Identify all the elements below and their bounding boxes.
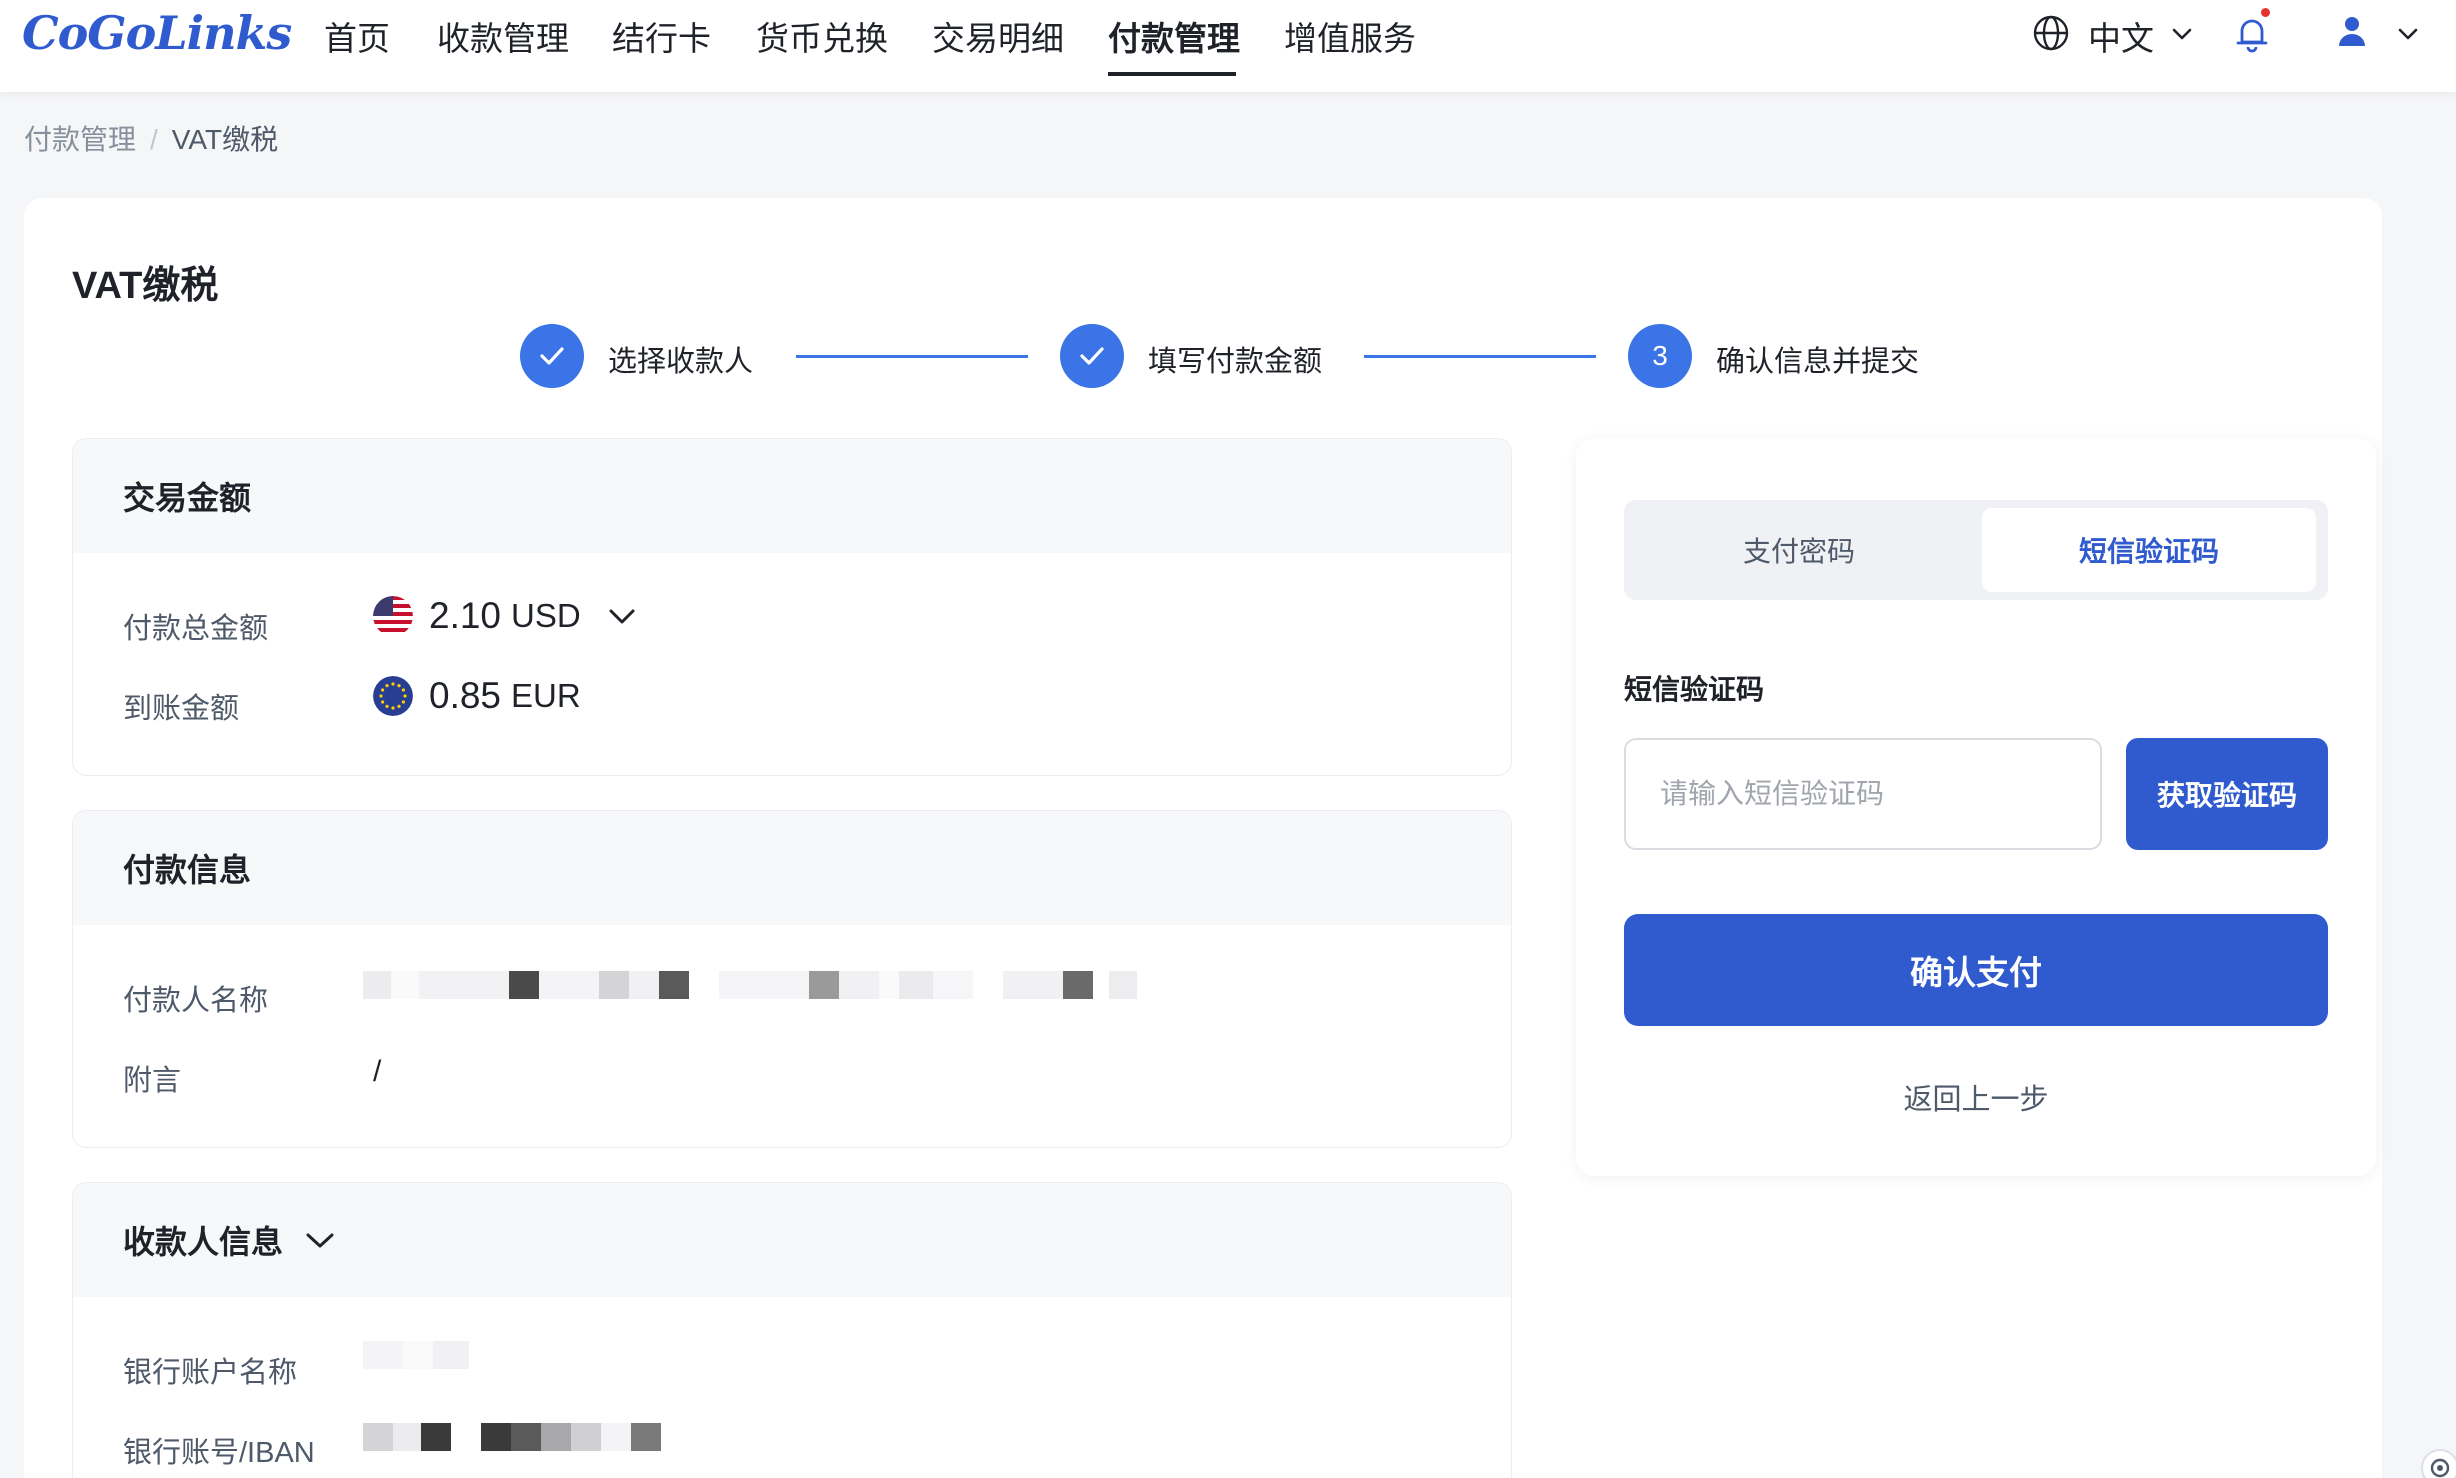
total-amount-label: 付款总金额 — [123, 613, 269, 645]
total-amount: 2.10 USD — [373, 595, 637, 637]
locate-icon[interactable] — [2418, 1446, 2456, 1478]
top-navbar: CoGoLinks 首页 收款管理 结行卡 货币兑换 交易明细 付款管理 增值服… — [0, 0, 2456, 92]
currency-chevron-down-icon[interactable] — [607, 606, 637, 626]
step-connector-2 — [1364, 355, 1596, 358]
page-title: VAT缴税 — [72, 265, 219, 307]
received-amount-label: 到账金额 — [123, 693, 240, 725]
payment-info-section: 付款信息 付款人名称 附言 / — [72, 810, 1512, 1148]
breadcrumb-current: VAT缴税 — [171, 124, 279, 155]
nav-item-value-added-services[interactable]: 增值服务 — [1284, 12, 1416, 60]
breadcrumb-parent[interactable]: 付款管理 — [24, 124, 136, 155]
breadcrumb-separator: / — [150, 124, 158, 155]
step-3-label: 确认信息并提交 — [1716, 346, 1920, 378]
nav-item-settlement-card[interactable]: 结行卡 — [612, 12, 711, 60]
tab-sms-code[interactable]: 短信验证码 — [1982, 508, 2316, 592]
sms-code-input[interactable] — [1624, 738, 2102, 850]
notification-dot — [2261, 8, 2270, 17]
tab-payment-password[interactable]: 支付密码 — [1632, 508, 1966, 592]
bank-account-name-obscured — [363, 1341, 469, 1369]
brand-logo[interactable]: CoGoLinks — [22, 6, 292, 60]
breadcrumb: 付款管理 / VAT缴税 — [24, 118, 278, 158]
bank-account-name-label: 银行账户名称 — [123, 1357, 298, 1389]
nav-item-receipt-management[interactable]: 收款管理 — [437, 12, 569, 60]
section-title: 收款人信息 — [123, 1224, 284, 1260]
get-code-button[interactable]: 获取验证码 — [2126, 738, 2328, 850]
payer-name-obscured — [363, 971, 1137, 999]
verification-method-tabs: 支付密码 短信验证码 — [1624, 500, 2328, 600]
payee-info-section: 收款人信息 银行账户名称 银行账号/IBAN — [72, 1182, 1512, 1478]
bank-account-iban-obscured — [363, 1423, 661, 1451]
payer-name-label: 付款人名称 — [123, 985, 269, 1017]
received-amount-value: 0.85 — [429, 675, 502, 716]
nav-item-currency-exchange[interactable]: 货币兑换 — [756, 12, 888, 60]
nav-item-home[interactable]: 首页 — [324, 12, 390, 60]
nav-item-payment-management[interactable]: 付款管理 — [1108, 12, 1240, 60]
language-selector[interactable]: 中文 — [2088, 12, 2154, 60]
memo-label: 附言 — [123, 1065, 182, 1097]
user-icon[interactable] — [2336, 14, 2368, 48]
collapse-chevron-down-icon[interactable] — [303, 1229, 337, 1251]
sms-code-field-label: 短信验证码 — [1624, 674, 1765, 705]
step-1-label: 选择收款人 — [608, 346, 754, 378]
confirm-payment-button[interactable]: 确认支付 — [1624, 914, 2328, 1026]
user-menu-chevron-down-icon[interactable] — [2396, 26, 2420, 42]
received-amount-currency: EUR — [511, 677, 581, 714]
total-amount-value: 2.10 — [429, 595, 502, 636]
chevron-down-icon[interactable] — [2170, 26, 2194, 42]
section-title: 交易金额 — [73, 439, 1511, 553]
back-previous-step-link[interactable]: 返回上一步 — [1624, 1076, 2328, 1118]
bank-account-iban-label: 银行账号/IBAN — [123, 1437, 315, 1469]
globe-icon[interactable] — [2032, 14, 2070, 52]
transaction-amount-section: 交易金额 付款总金额 2.10 USD 到账金额 0.85 EUR — [72, 438, 1512, 776]
memo-value: / — [373, 1055, 382, 1088]
nav-item-transaction-details[interactable]: 交易明细 — [932, 12, 1064, 60]
step-connector-1 — [796, 355, 1028, 358]
step-2-label: 填写付款金额 — [1148, 346, 1323, 378]
bell-icon[interactable] — [2234, 14, 2270, 54]
us-flag-icon — [373, 596, 413, 636]
step-2-check-icon — [1060, 324, 1124, 388]
step-3-number: 3 — [1628, 324, 1692, 388]
received-amount: 0.85 EUR — [373, 675, 581, 717]
section-title: 付款信息 — [73, 811, 1511, 925]
step-1-check-icon — [520, 324, 584, 388]
total-amount-currency: USD — [511, 597, 581, 634]
eu-flag-icon — [373, 676, 413, 716]
active-nav-underline — [1108, 72, 1236, 76]
payee-info-header[interactable]: 收款人信息 — [73, 1183, 1511, 1297]
